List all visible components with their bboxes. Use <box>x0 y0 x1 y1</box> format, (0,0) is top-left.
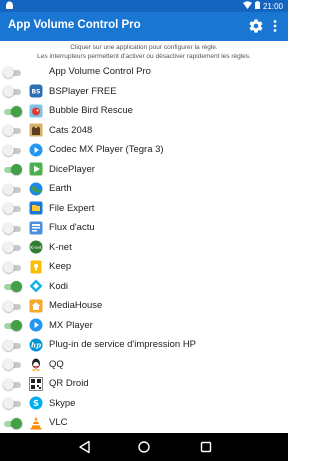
app-name: Bubble Bird Rescue <box>49 105 133 117</box>
app-row[interactable]: Cats 2048 <box>0 121 288 141</box>
skype-icon: S <box>29 396 43 410</box>
wifi-icon <box>242 1 252 11</box>
rule-toggle[interactable] <box>3 318 23 332</box>
rule-toggle[interactable] <box>3 162 23 176</box>
gear-icon[interactable] <box>248 18 264 34</box>
recent-apps-icon[interactable] <box>199 440 213 459</box>
app-name: QQ <box>49 358 64 370</box>
rule-toggle[interactable] <box>3 123 23 137</box>
kodi-icon <box>29 279 43 293</box>
app-row[interactable]: hp Plug-in de service d'impression HP <box>0 335 288 355</box>
app-name: Earth <box>49 183 72 195</box>
rule-toggle[interactable] <box>3 65 23 79</box>
bubble-bird-icon <box>29 104 43 118</box>
app-name: App Volume Control Pro <box>49 66 151 78</box>
app-name: Skype <box>49 397 76 409</box>
overflow-menu-icon[interactable] <box>272 19 278 33</box>
app-bar: App Volume Control Pro <box>0 12 288 41</box>
app-row[interactable]: QR Droid <box>0 374 288 394</box>
app-row[interactable]: Flux d'actu <box>0 218 288 238</box>
app-name: K-net <box>49 241 72 253</box>
app-title: App Volume Control Pro <box>8 19 141 31</box>
bsplayer-icon: BS <box>29 84 43 98</box>
earth-icon <box>29 182 43 196</box>
cats-2048-icon <box>29 123 43 137</box>
status-bar: 21:00 <box>0 0 288 12</box>
vlc-icon <box>30 416 42 430</box>
rule-toggle[interactable] <box>3 357 23 371</box>
rule-toggle[interactable] <box>3 143 23 157</box>
svg-text:S: S <box>33 399 39 408</box>
app-row[interactable]: BS BSPlayer FREE <box>0 82 288 102</box>
app-name: Codec MX Player (Tegra 3) <box>49 144 164 156</box>
hp-icon: hp <box>29 338 43 352</box>
app-name: File Expert <box>49 202 95 214</box>
hint-text: Cliquer sur une application pour configu… <box>0 43 288 61</box>
battery-icon <box>254 1 260 11</box>
app-row[interactable]: VLC <box>0 413 288 433</box>
navigation-bar <box>0 433 288 461</box>
app-row[interactable]: MediaHouse <box>0 296 288 316</box>
rule-toggle[interactable] <box>3 104 23 118</box>
app-name: Cats 2048 <box>49 124 93 136</box>
hint-line-2: Les interrupteurs permettent d'activer o… <box>37 53 251 60</box>
rule-toggle[interactable] <box>3 260 23 274</box>
svg-text:BS: BS <box>32 89 41 96</box>
app-row[interactable]: MX Player <box>0 316 288 336</box>
rule-toggle[interactable] <box>3 279 23 293</box>
rule-toggle[interactable] <box>3 396 23 410</box>
rule-toggle[interactable] <box>3 201 23 215</box>
rule-toggle[interactable] <box>3 84 23 98</box>
app-volume-control-icon <box>29 65 43 79</box>
diceplayer-icon <box>29 162 43 176</box>
svg-text:K-net: K-net <box>30 245 42 251</box>
app-name: Plug-in de service d'impression HP <box>49 339 197 351</box>
app-name: Kodi <box>49 280 69 292</box>
app-name: MediaHouse <box>49 300 103 312</box>
k-net-icon: K-net <box>29 240 43 254</box>
file-expert-icon <box>29 201 43 215</box>
rule-toggle[interactable] <box>3 338 23 352</box>
qq-icon <box>32 358 40 372</box>
app-row[interactable]: App Volume Control Pro <box>0 62 288 82</box>
app-row[interactable]: Kodi <box>0 277 288 297</box>
app-row[interactable]: QQ <box>0 355 288 375</box>
app-row[interactable]: Codec MX Player (Tegra 3) <box>0 140 288 160</box>
app-row[interactable]: Earth <box>0 179 288 199</box>
rule-toggle[interactable] <box>3 416 23 430</box>
app-row[interactable]: File Expert <box>0 199 288 219</box>
mediahouse-icon <box>29 299 43 313</box>
app-row[interactable]: Bubble Bird Rescue <box>0 101 288 121</box>
rule-toggle[interactable] <box>3 221 23 235</box>
app-name: QR Droid <box>49 378 89 390</box>
svg-text:hp: hp <box>31 340 41 349</box>
app-name: DicePlayer <box>49 163 95 175</box>
hint-line-1: Cliquer sur une application pour configu… <box>70 44 218 51</box>
mx-play-icon <box>29 143 43 157</box>
keep-icon <box>30 260 42 274</box>
app-name: MX Player <box>49 319 93 331</box>
app-list: App Volume Control Pro BS BSPlayer FREE … <box>0 62 288 433</box>
app-row[interactable]: K-net K-net <box>0 238 288 258</box>
app-name: BSPlayer FREE <box>49 85 117 97</box>
rule-toggle[interactable] <box>3 299 23 313</box>
android-icon <box>5 1 14 11</box>
app-row[interactable]: Keep <box>0 257 288 277</box>
mx-player-icon <box>29 318 43 332</box>
back-icon[interactable] <box>78 440 92 459</box>
qr-droid-icon <box>29 376 43 391</box>
app-row[interactable]: S Skype <box>0 394 288 414</box>
app-name: Flux d'actu <box>49 222 95 234</box>
app-name: VLC <box>49 417 68 429</box>
home-icon[interactable] <box>137 440 151 459</box>
rule-toggle[interactable] <box>3 182 23 196</box>
app-row[interactable]: DicePlayer <box>0 160 288 180</box>
rule-toggle[interactable] <box>3 240 23 254</box>
flux-actu-icon <box>29 221 43 235</box>
app-name: Keep <box>49 261 72 273</box>
rule-toggle[interactable] <box>3 377 23 391</box>
clock-time: 21:00 <box>262 1 283 11</box>
